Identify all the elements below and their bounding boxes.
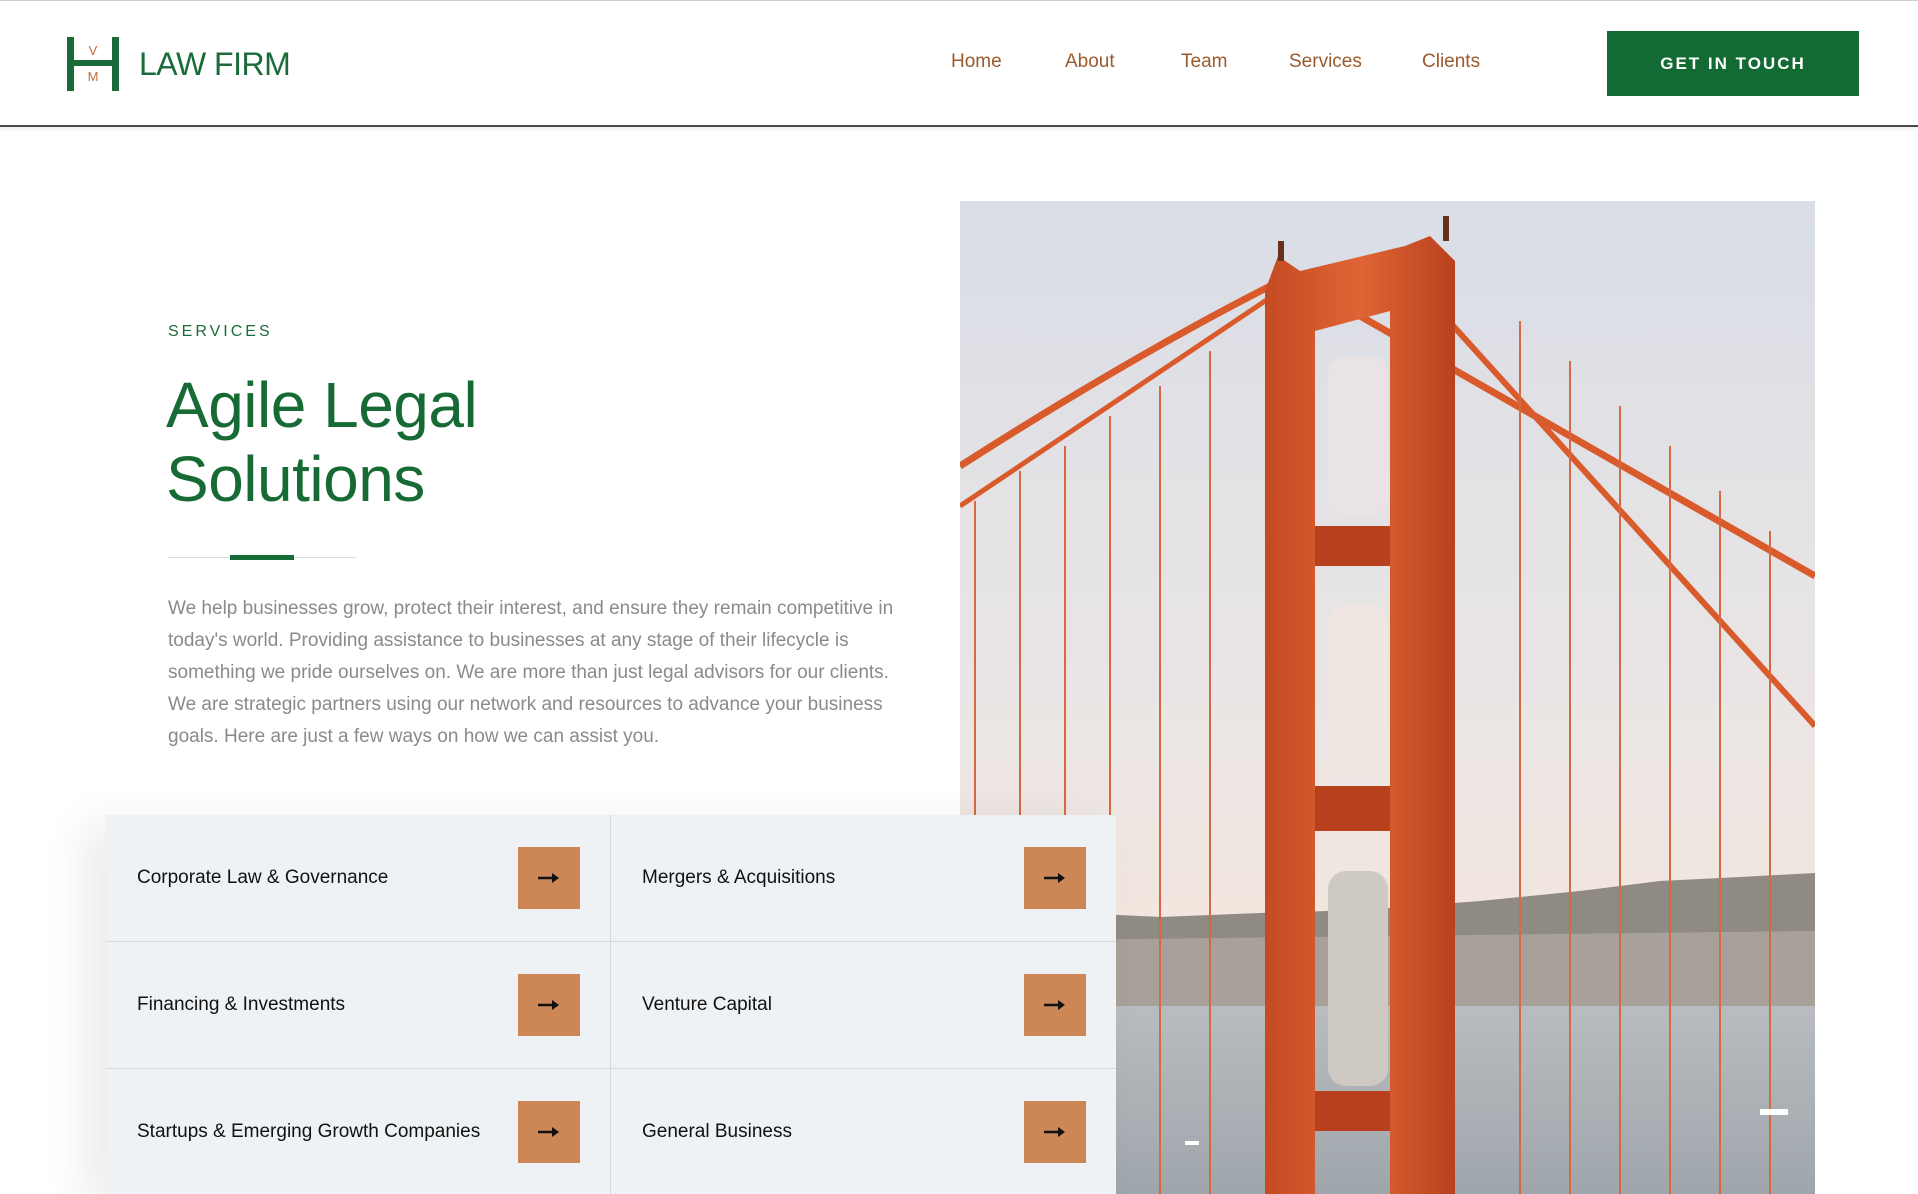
service-arrow-button[interactable] bbox=[1024, 974, 1086, 1036]
nav-services[interactable]: Services bbox=[1289, 50, 1362, 74]
service-arrow-button[interactable] bbox=[518, 1101, 580, 1163]
nav-clients[interactable]: Clients bbox=[1422, 50, 1480, 74]
arrow-right-icon bbox=[538, 1000, 559, 1010]
intro-description: We help businesses grow, protect their i… bbox=[168, 598, 894, 747]
service-item[interactable]: Financing & Investments bbox=[106, 942, 611, 1069]
service-label: Startups & Emerging Growth Companies bbox=[137, 1120, 481, 1142]
service-arrow-button[interactable] bbox=[1024, 847, 1086, 909]
site-header: V M LAW FIRM Home About Team Services Cl… bbox=[0, 0, 1918, 127]
section-eyebrow: SERVICES bbox=[168, 323, 273, 340]
nav-team[interactable]: Team bbox=[1181, 50, 1227, 74]
service-label: Corporate Law & Governance bbox=[137, 867, 389, 888]
nav-about[interactable]: About bbox=[1065, 50, 1115, 74]
service-item[interactable]: Mergers & Acquisitions bbox=[611, 815, 1116, 942]
service-item[interactable]: Startups & Emerging Growth Companies bbox=[106, 1069, 611, 1194]
service-item[interactable]: Venture Capital bbox=[611, 942, 1116, 1069]
arrow-right-icon bbox=[1044, 873, 1065, 883]
service-item[interactable]: Corporate Law & Governance bbox=[106, 815, 611, 942]
service-label: Financing & Investments bbox=[137, 994, 346, 1015]
arrow-right-icon bbox=[538, 1127, 559, 1137]
service-item[interactable]: General Business bbox=[611, 1069, 1116, 1194]
service-arrow-button[interactable] bbox=[518, 847, 580, 909]
services-grid: Corporate Law & Governance Mergers & Acq… bbox=[106, 815, 1116, 1194]
arrow-right-icon bbox=[538, 873, 559, 883]
title-divider-accent bbox=[230, 555, 294, 560]
service-label: General Business bbox=[642, 1120, 792, 1142]
page-title: Agile Legal Solutions bbox=[166, 369, 478, 515]
service-arrow-button[interactable] bbox=[1024, 1101, 1086, 1163]
service-label: Mergers & Acquisitions bbox=[642, 867, 836, 888]
get-in-touch-button[interactable]: GET IN TOUCH bbox=[1607, 31, 1859, 96]
arrow-right-icon bbox=[1044, 1127, 1065, 1137]
nav-home[interactable]: Home bbox=[951, 50, 1002, 74]
service-label: Venture Capital bbox=[642, 994, 772, 1015]
arrow-right-icon bbox=[1044, 1000, 1065, 1010]
service-arrow-button[interactable] bbox=[518, 974, 580, 1036]
